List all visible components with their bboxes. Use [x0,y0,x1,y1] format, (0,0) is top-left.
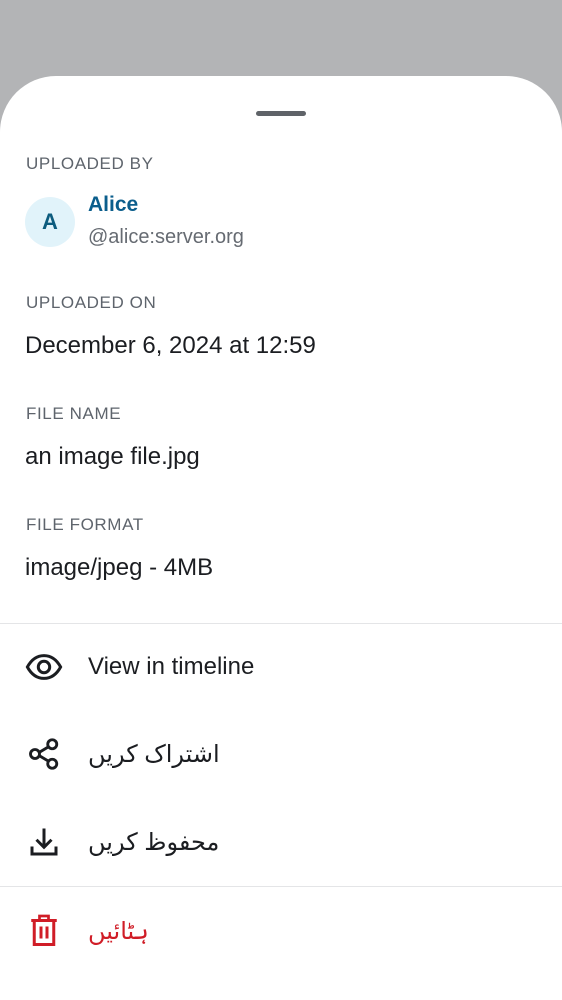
trash-icon [24,911,64,951]
uploader-name: Alice [88,193,139,216]
avatar: A [25,197,75,247]
uploader-user-id: @alice:server.org [88,226,244,248]
view-in-timeline-label: View in timeline [88,653,255,680]
share-icon [24,734,64,774]
remove-label: ہٹائیں [88,917,149,945]
drag-handle[interactable] [256,111,306,116]
share-label: اشتراک کریں [88,740,220,768]
uploaded-by-label: UPLOADED BY [26,154,154,173]
share-button[interactable]: اشتراک کریں [0,711,562,797]
uploaded-on-label: UPLOADED ON [26,293,157,312]
file-format-value: image/jpeg - 4MB [25,554,214,581]
file-name-value: an image file.jpg [25,443,200,470]
media-details-bottom-sheet: UPLOADED BY A Alice @alice:server.org UP… [0,76,562,1000]
download-icon [24,822,64,862]
divider [0,886,562,887]
upload-date-value: December 6, 2024 at 12:59 [25,332,316,359]
save-button[interactable]: محفوظ کریں [0,799,562,885]
eye-icon [24,647,64,687]
save-label: محفوظ کریں [88,828,220,856]
remove-button[interactable]: ہٹائیں [0,888,562,974]
view-in-timeline-button[interactable]: View in timeline [0,624,562,710]
file-name-label: FILE NAME [26,404,122,423]
file-format-label: FILE FORMAT [26,515,144,534]
